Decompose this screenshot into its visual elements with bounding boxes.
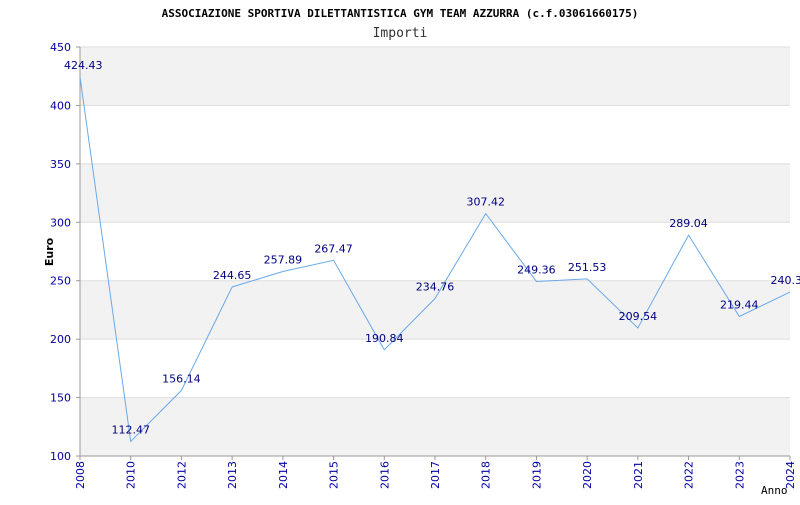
y-tick-label: 400 [50, 99, 71, 112]
x-tick-label: 2022 [683, 461, 696, 489]
y-axis-label: Euro [43, 237, 56, 266]
x-tick-labels: 2008 2010 2012 2013 2014 2015 2016 2017 2018 2019… [74, 456, 797, 489]
x-tick-label: 2010 [125, 461, 138, 489]
data-label: 257.89 [264, 253, 303, 266]
x-tick-label: 2008 [74, 461, 87, 489]
chart-subtitle: Importi [373, 26, 428, 41]
x-tick-label: 2018 [480, 461, 493, 489]
y-tick-label: 350 [50, 158, 71, 171]
data-label: 307.42 [466, 196, 505, 209]
chart: ASSOCIAZIONE SPORTIVA DILETTANTISTICA GY… [0, 0, 800, 500]
x-tick-label: 2015 [328, 461, 341, 489]
grid-bands [80, 47, 790, 456]
data-label: 190.84 [365, 332, 404, 345]
y-tick-label: 250 [50, 275, 71, 288]
data-label: 424.43 [64, 59, 103, 72]
y-tick-label: 100 [50, 450, 71, 463]
x-tick-label: 2019 [530, 461, 543, 489]
x-tick-label: 2016 [378, 461, 391, 489]
data-label: 219.44 [720, 298, 759, 311]
grid-band [80, 398, 790, 456]
data-label: 209.54 [619, 310, 658, 323]
data-label: 112.47 [111, 423, 150, 436]
y-tick-label: 200 [50, 333, 71, 346]
data-label: 289.04 [669, 217, 708, 230]
grid-lines [76, 47, 790, 456]
data-label: 267.47 [314, 242, 353, 255]
x-tick-label: 2017 [429, 461, 442, 489]
y-tick-label: 450 [50, 41, 71, 54]
x-axis-label: Anno [761, 484, 788, 497]
data-label: 234.76 [416, 281, 455, 294]
chart-title: ASSOCIAZIONE SPORTIVA DILETTANTISTICA GY… [162, 7, 639, 20]
data-label: 251.53 [568, 261, 607, 274]
x-tick-label: 2013 [226, 461, 239, 489]
x-tick-label: 2020 [581, 461, 594, 489]
x-tick-label: 2021 [632, 461, 645, 489]
data-label: 156.14 [162, 372, 201, 385]
x-tick-label: 2014 [277, 461, 290, 489]
y-tick-label: 300 [50, 216, 71, 229]
grid-band [80, 47, 790, 105]
series-line [80, 77, 790, 442]
data-label: 249.36 [517, 263, 556, 276]
grid-band [80, 164, 790, 222]
x-tick-label: 2012 [175, 461, 188, 489]
data-labels: 424.43 112.47 156.14 244.65 257.89 267.47 190.… [64, 59, 800, 437]
x-tick-label: 2023 [733, 461, 746, 489]
data-label: 240.3 [771, 274, 800, 287]
data-label: 244.65 [213, 269, 252, 282]
y-tick-label: 150 [50, 392, 71, 405]
